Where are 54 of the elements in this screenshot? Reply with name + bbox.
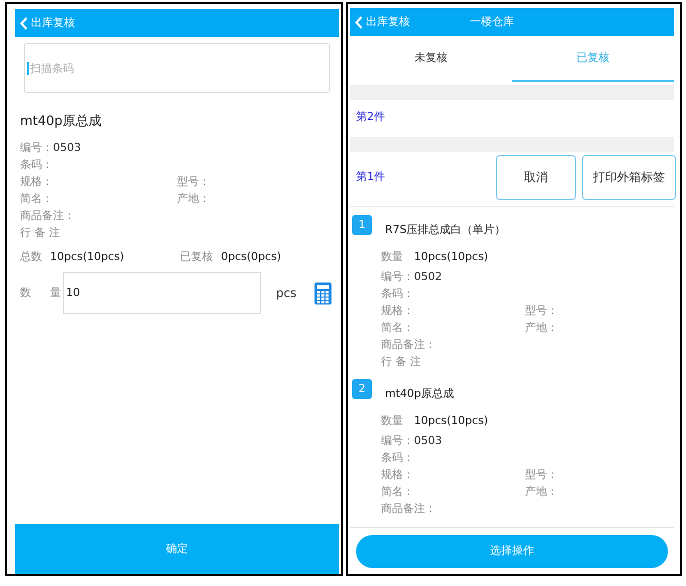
field-value: 0502 — [414, 269, 442, 286]
back-icon[interactable] — [20, 16, 28, 30]
package-label[interactable]: 第2件 — [356, 108, 674, 126]
total-value: 0pcs(0pcs) — [221, 249, 282, 266]
field-label: 规格： — [20, 174, 53, 190]
field-label: 商品备注： — [20, 208, 75, 224]
field-label: 行 备 注 — [381, 354, 421, 370]
calculator-icon[interactable] — [314, 282, 332, 304]
field-value: 0503 — [53, 140, 81, 156]
quantity-label: 数 — [20, 284, 32, 301]
field-label: 行 备 注 — [20, 225, 60, 242]
index-badge: 2 — [352, 379, 372, 399]
total-value: 10pcs(10pcs) — [50, 249, 124, 266]
field-label: 编号： — [20, 140, 53, 156]
field-label: 条码： — [381, 286, 414, 302]
field-label: 商品备注： — [381, 501, 436, 518]
field-label: 简名： — [381, 484, 414, 500]
field-label: 型号： — [525, 303, 558, 320]
field-label: 商品备注： — [381, 337, 436, 354]
field-label: 条码： — [20, 157, 53, 174]
field-label: 型号： — [525, 467, 558, 484]
field-label: 产地： — [525, 484, 558, 500]
total-label: 已复核 — [180, 249, 213, 266]
back-icon[interactable] — [355, 16, 363, 28]
unit-label: pcs — [276, 285, 298, 302]
action-button[interactable]: 打印外箱标签 — [582, 154, 676, 200]
quantity-value: 10pcs(10pcs) — [414, 249, 488, 266]
tab[interactable]: 未复核 — [350, 36, 512, 82]
field-label: 规格： — [381, 467, 414, 484]
package-label[interactable]: 第1件 — [356, 168, 496, 186]
field-label: 条码： — [381, 450, 414, 466]
quantity-label: 数量 — [381, 249, 403, 266]
scan-input-field[interactable]: 扫描条码 — [24, 43, 330, 93]
field-label: 编号： — [381, 433, 414, 450]
field-label: 产地： — [177, 191, 210, 208]
quantity-label: 数量 — [381, 413, 403, 430]
item-name: mt40p原总成 — [385, 386, 454, 402]
field-value: 0503 — [414, 433, 442, 450]
field-label: 产地： — [525, 320, 558, 336]
item-name: R7S压排总成白（单片） — [385, 222, 506, 238]
quantity-input-field[interactable]: 10 — [63, 272, 261, 314]
field-label: 型号： — [177, 174, 210, 190]
text-cursor — [27, 62, 29, 75]
field-label: 编号： — [381, 269, 414, 286]
total-label: 总数 — [20, 249, 42, 266]
quantity-label: 量 — [50, 284, 62, 301]
field-label: 简名： — [381, 320, 414, 336]
field-label: 规格： — [381, 303, 414, 320]
index-badge: 1 — [352, 215, 372, 235]
action-button[interactable]: 取消 — [496, 154, 576, 200]
field-label: 简名： — [20, 191, 53, 208]
header-title: 一楼仓库 — [470, 14, 514, 30]
product-name: mt40p原总成 — [20, 113, 103, 131]
quantity-value: 10pcs(10pcs) — [414, 413, 488, 430]
